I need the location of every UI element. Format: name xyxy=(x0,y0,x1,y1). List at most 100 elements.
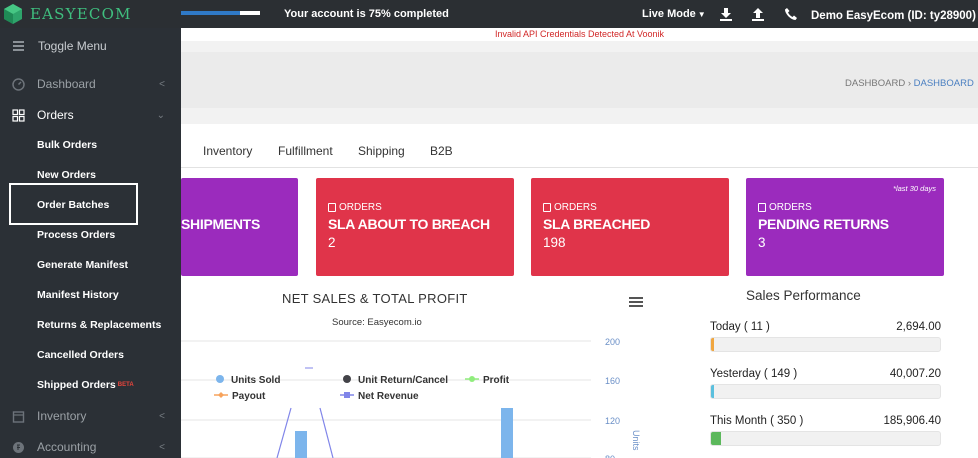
sales-row-amount: 185,906.40 xyxy=(883,415,941,427)
sidebar-sub-process-orders[interactable]: Process Orders xyxy=(37,229,115,241)
sales-progress-fill xyxy=(711,385,715,398)
sidebar-sub-returns-replacements[interactable]: Returns & Replacements xyxy=(37,319,161,331)
card-label: ORDERS xyxy=(543,202,597,213)
card-shipments[interactable]: SHIPMENTS xyxy=(181,178,298,276)
card-sla-about-to-breach[interactable]: ORDERS SLA ABOUT TO BREACH 2 xyxy=(316,178,514,276)
legend-marker xyxy=(343,375,351,383)
sidebar-item-dashboard[interactable]: Dashboard < xyxy=(0,70,181,98)
chevron-down-icon: ⌄ xyxy=(156,109,165,121)
tab-fulfillment[interactable]: Fulfillment xyxy=(278,144,333,158)
breadcrumb: DASHBOARD › DASHBOARD xyxy=(845,78,974,89)
card-title: PENDING RETURNS xyxy=(758,216,889,232)
breadcrumb-separator: › xyxy=(907,78,911,89)
brand-logo[interactable]: EASYECOM xyxy=(0,0,181,28)
download-icon[interactable] xyxy=(719,7,733,21)
sales-progress-bar xyxy=(710,337,941,352)
sidebar-sub-bulk-orders[interactable]: Bulk Orders xyxy=(37,139,97,151)
sales-performance-title: Sales Performance xyxy=(746,288,861,303)
sidebar-item-orders[interactable]: Orders ⌄ xyxy=(0,101,181,129)
sales-row-label: This Month ( 350 ) xyxy=(710,415,804,427)
card-title: SLA BREACHED xyxy=(543,216,651,232)
account-name[interactable]: Demo EasyEcom (ID: ty28900) ⚙ xyxy=(811,8,978,22)
card-pending-returns[interactable]: *last 30 days ORDERS PENDING RETURNS 3 xyxy=(746,178,944,276)
card-title: SHIPMENTS xyxy=(181,216,260,232)
card-label-text: ORDERS xyxy=(339,202,382,213)
legend-item[interactable]: Net Revenue xyxy=(358,391,419,402)
sidebar: Toggle Menu Dashboard < Orders ⌄ Bulk Or… xyxy=(0,28,181,458)
account-completion-text: Your account is 75% completed xyxy=(284,8,449,20)
toggle-menu-label: Toggle Menu xyxy=(38,38,107,53)
main-content: Invalid API Credentials Detected At Voon… xyxy=(181,28,978,458)
sales-progress-fill xyxy=(711,432,722,445)
legend-item[interactable]: Unit Return/Cancel xyxy=(358,375,448,386)
sidebar-item-inventory[interactable]: Inventory < xyxy=(0,402,181,430)
sidebar-sub-shipped-orders[interactable]: Shipped Orders BETA xyxy=(37,379,134,391)
legend-item[interactable]: Units Sold xyxy=(231,375,280,386)
caret-down-icon: ▼ xyxy=(697,10,706,19)
card-value: 3 xyxy=(758,235,766,250)
sales-row-amount: 2,694.00 xyxy=(896,321,941,333)
api-alert-banner[interactable]: Invalid API Credentials Detected At Voon… xyxy=(181,28,978,41)
chart-menu-icon[interactable] xyxy=(629,295,643,309)
bar-units-sold[interactable] xyxy=(501,408,513,458)
upload-icon[interactable] xyxy=(751,7,765,21)
box-icon xyxy=(12,410,25,423)
legend-marker xyxy=(216,375,224,383)
chevron-left-icon: < xyxy=(159,410,165,422)
axis-title: Units xyxy=(631,430,641,451)
beta-badge: BETA xyxy=(117,382,134,389)
card-title: SLA ABOUT TO BREACH xyxy=(328,216,490,232)
document-icon xyxy=(758,203,766,212)
grid-icon xyxy=(12,108,25,122)
bar-units-sold[interactable] xyxy=(295,431,307,458)
card-label-text: ORDERS xyxy=(769,202,812,213)
sales-row-today: Today ( 11 ) 2,694.00 xyxy=(710,321,941,355)
card-label: ORDERS xyxy=(328,202,382,213)
tab-inventory[interactable]: Inventory xyxy=(203,144,252,158)
legend-marker xyxy=(469,376,475,382)
sidebar-item-accounting[interactable]: Accounting < xyxy=(0,433,181,458)
document-icon xyxy=(328,203,336,212)
axis-tick-label: 80 xyxy=(605,454,615,458)
chart-title: NET SALES & TOTAL PROFIT xyxy=(282,291,468,306)
breadcrumb-current: DASHBOARD xyxy=(913,78,974,89)
selection-highlight xyxy=(9,183,138,225)
tab-b2b[interactable]: B2B xyxy=(430,144,453,158)
sales-row-this-month: This Month ( 350 ) 185,906.40 xyxy=(710,415,941,449)
sidebar-item-label: Dashboard xyxy=(37,77,96,91)
card-value: 2 xyxy=(328,235,336,250)
sidebar-item-label: Inventory xyxy=(37,409,87,423)
sidebar-item-label: Accounting xyxy=(37,440,97,454)
phone-icon[interactable] xyxy=(784,7,798,21)
top-bar: EASYECOM Your account is 75% completed L… xyxy=(0,0,978,28)
card-sla-breached[interactable]: ORDERS SLA BREACHED 198 xyxy=(531,178,729,276)
hamburger-icon xyxy=(13,39,24,53)
breadcrumb-home[interactable]: DASHBOARD xyxy=(845,78,905,89)
account-progress-bar xyxy=(181,11,260,15)
dashboard-panel: Inventory Fulfillment Shipping B2B SHIPM… xyxy=(181,124,978,458)
sales-row-yesterday: Yesterday ( 149 ) 40,007.20 xyxy=(710,368,941,402)
sidebar-sub-cancelled-orders[interactable]: Cancelled Orders xyxy=(37,349,124,361)
sales-row-amount: 40,007.20 xyxy=(889,368,941,380)
toggle-menu-button[interactable]: Toggle Menu xyxy=(0,28,181,63)
legend-item[interactable]: Payout xyxy=(232,391,266,402)
card-value: 198 xyxy=(543,235,566,250)
accounting-icon xyxy=(13,441,24,453)
sales-progress-bar xyxy=(710,384,941,399)
legend-marker xyxy=(344,392,350,398)
sidebar-sub-generate-manifest[interactable]: Generate Manifest xyxy=(37,259,128,271)
sidebar-sub-new-orders[interactable]: New Orders xyxy=(37,169,96,181)
sidebar-sub-manifest-history[interactable]: Manifest History xyxy=(37,289,119,301)
net-sales-chart: 200 160 120 80 Units Units Sold Unit Ret… xyxy=(181,337,641,458)
live-mode-dropdown[interactable]: Live Mode ▼ xyxy=(642,8,706,20)
legend-item[interactable]: Profit xyxy=(483,375,510,386)
net-revenue-line xyxy=(276,407,292,458)
tab-shipping[interactable]: Shipping xyxy=(358,144,405,158)
card-label: ORDERS xyxy=(758,202,812,213)
sales-progress-bar xyxy=(710,431,941,446)
axis-tick-label: 160 xyxy=(605,376,620,386)
shipped-orders-label: Shipped Orders xyxy=(37,379,116,391)
document-icon xyxy=(543,203,551,212)
axis-tick-label: 120 xyxy=(605,416,620,426)
dashboard-icon xyxy=(12,77,25,91)
